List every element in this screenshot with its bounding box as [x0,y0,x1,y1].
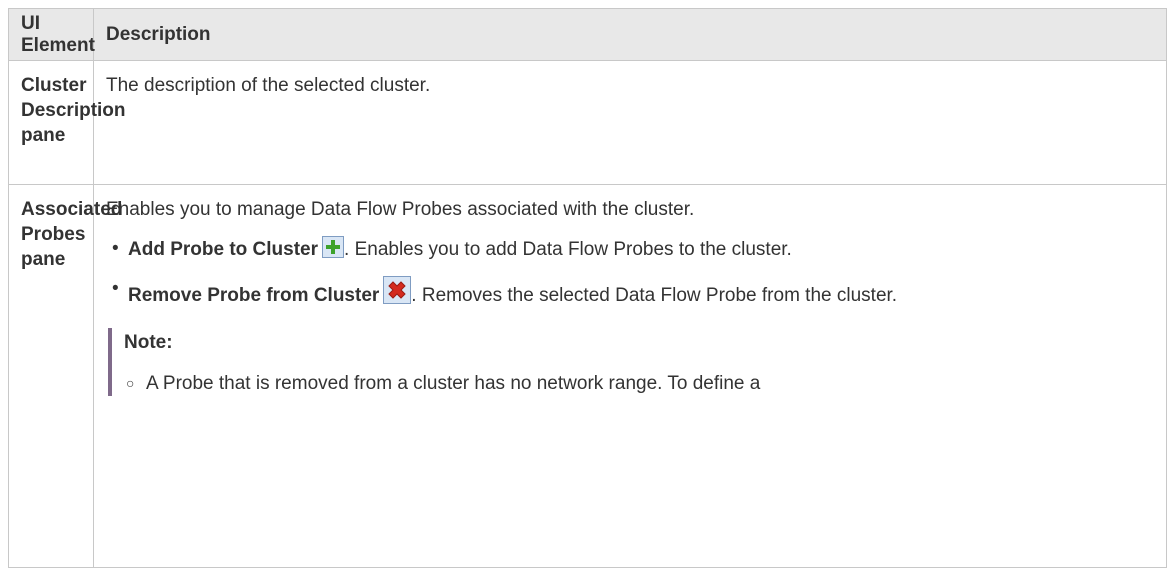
table-header-row: UI Element Description [8,8,1167,61]
cluster-description-pane-label: Cluster Description pane [8,60,126,185]
table-row: Associated Probes pane Enables you to ma… [8,184,1167,568]
cluster-description-text: The description of the selected cluster. [93,60,1167,185]
note-item: A Probe that is removed from a cluster h… [124,371,1154,396]
note-title: Note: [124,332,173,353]
associated-probes-pane-label: Associated Probes pane [8,184,122,568]
list-item-remove-probe: Remove Probe from Cluster . Removes the s… [106,276,1154,308]
remove-icon [383,276,412,304]
ui-element-table: UI Element Description Cluster Descripti… [8,8,1167,568]
add-probe-text: . Enables you to add Data Flow Probes to… [344,239,792,260]
associated-probes-description: Enables you to manage Data Flow Probes a… [93,184,1167,568]
remove-probe-label: Remove Probe from Cluster [128,285,380,306]
header-description: Description [93,8,1167,61]
header-ui-element: UI Element [8,8,95,61]
remove-probe-text: . Removes the selected Data Flow Probe f… [411,285,898,306]
list-item-add-probe: Add Probe to Cluster . Enables you to add… [106,236,1154,262]
associated-probes-intro: Enables you to manage Data Flow Probes a… [106,199,695,220]
add-probe-label: Add Probe to Cluster [128,239,319,260]
probe-actions-list: Add Probe to Cluster . Enables you to add… [106,236,1154,308]
add-icon [322,236,345,258]
note-block: Note: A Probe that is removed from a clu… [108,328,1154,396]
note-list: A Probe that is removed from a cluster h… [124,371,1154,396]
table-row: Cluster Description pane The description… [8,60,1167,185]
